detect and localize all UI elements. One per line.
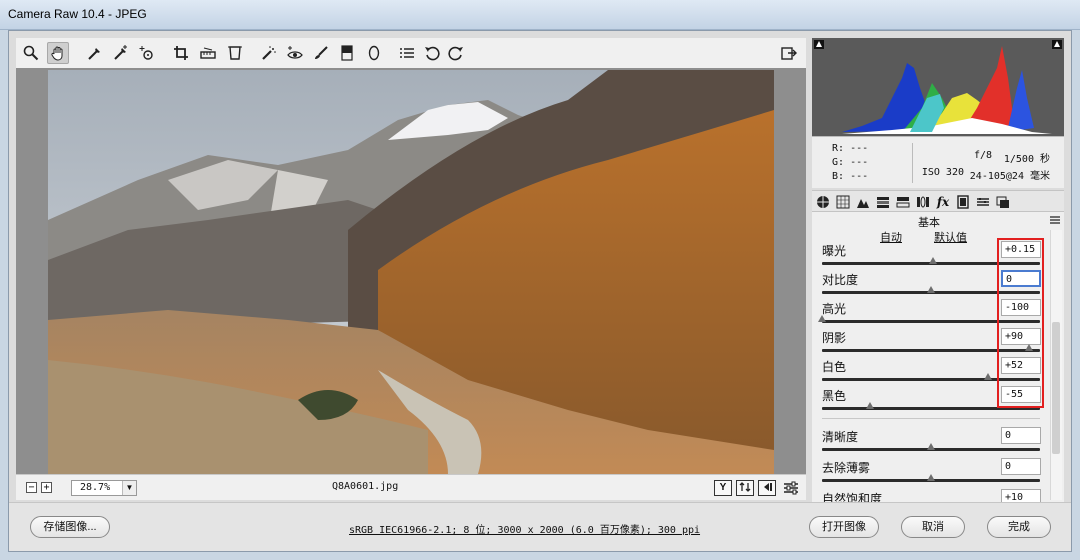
red-eye-tool-icon[interactable] xyxy=(284,42,306,64)
panel-title: 基本 xyxy=(918,217,940,229)
fullscreen-toggle-icon[interactable] xyxy=(778,42,800,64)
slider-thumb[interactable] xyxy=(927,474,935,481)
tab-effects-icon[interactable]: fx xyxy=(935,194,951,210)
rotate-cw-icon[interactable] xyxy=(445,42,467,64)
dialog-footer: 存储图像... sRGB IEC61966-2.1; 8 位; 3000 x 2… xyxy=(9,502,1071,551)
rotate-ccw-icon[interactable] xyxy=(421,42,443,64)
tab-tone-curve-icon[interactable] xyxy=(835,194,851,210)
slider-track[interactable] xyxy=(822,320,1040,323)
targeted-adjustment-tool-icon[interactable] xyxy=(136,42,158,64)
tab-detail-icon[interactable] xyxy=(855,194,871,210)
auto-link[interactable]: 自动 xyxy=(880,229,902,245)
default-link[interactable]: 默认值 xyxy=(934,229,967,245)
slider-value-input[interactable]: 0 xyxy=(1001,270,1041,287)
basic-panel: 基本 自动 默认值 曝光 +0.15 对比度 0 高光 -100 阴影 +90 白色 +52 黑色 -… xyxy=(812,212,1064,502)
section-divider xyxy=(822,418,1040,419)
spot-removal-tool-icon[interactable] xyxy=(258,42,280,64)
zoom-tool-icon[interactable] xyxy=(20,42,42,64)
preferences-icon[interactable] xyxy=(396,42,418,64)
slider-value-input[interactable]: -55 xyxy=(1001,386,1041,403)
swap-settings-icon[interactable] xyxy=(736,480,754,496)
view-settings-icon[interactable] xyxy=(780,477,802,499)
slider-value-input[interactable]: +10 xyxy=(1001,489,1041,502)
done-button[interactable]: 完成 xyxy=(987,516,1051,538)
zoom-level-value: 28.7% xyxy=(80,482,111,493)
g-label: G: xyxy=(832,157,845,168)
tab-snapshots-icon[interactable] xyxy=(995,194,1011,210)
panel-scrollbar-thumb[interactable] xyxy=(1052,322,1060,454)
r-value: --- xyxy=(850,143,869,154)
slider-label: 自然饱和度 xyxy=(822,492,883,502)
toolbar xyxy=(16,38,806,68)
slider-label: 清晰度 xyxy=(822,430,859,444)
window-title: Camera Raw 10.4 - JPEG xyxy=(8,7,147,21)
slider-value-input[interactable]: +90 xyxy=(1001,328,1041,345)
tab-hsl-icon[interactable] xyxy=(875,194,891,210)
tab-lens-corrections-icon[interactable] xyxy=(915,194,931,210)
filename-label: Q8A0601.jpg xyxy=(332,481,399,492)
info-divider xyxy=(912,143,913,183)
workflow-options-link[interactable]: sRGB IEC61966-2.1; 8 位; 3000 x 2000 (6.0… xyxy=(349,521,700,536)
zoom-level-select[interactable]: 28.7% ▼ xyxy=(71,480,137,496)
slider-thumb[interactable] xyxy=(865,402,874,409)
camera-info: R: --- G: --- B: --- f/8 1/500 秒 ISO 320… xyxy=(812,136,1064,188)
shutter-value: 1/500 秒 xyxy=(1003,154,1050,165)
crop-tool-icon[interactable] xyxy=(170,42,192,64)
radial-filter-tool-icon[interactable] xyxy=(363,42,385,64)
slider-track[interactable] xyxy=(822,349,1040,352)
photo-preview[interactable] xyxy=(48,70,774,474)
slider-value-input[interactable]: +0.15 xyxy=(1001,241,1041,258)
save-image-button[interactable]: 存储图像... xyxy=(30,516,110,538)
r-label: R: xyxy=(832,143,845,154)
lens-value: 24-105@24 毫米 xyxy=(969,171,1050,182)
slider-thumb[interactable] xyxy=(818,315,826,322)
g-value: --- xyxy=(850,157,869,168)
slider-label: 白色 xyxy=(822,360,847,374)
slider-value-input[interactable]: -100 xyxy=(1001,299,1041,316)
white-balance-tool-icon[interactable] xyxy=(84,42,106,64)
histogram xyxy=(812,38,1064,136)
tab-presets-icon[interactable] xyxy=(975,194,991,210)
slider-thumb[interactable] xyxy=(983,373,992,380)
panel-tabs: fx xyxy=(812,190,1064,212)
panel-menu-icon[interactable] xyxy=(1050,215,1060,225)
iso-value: ISO 320 xyxy=(921,167,964,178)
chevron-down-icon: ▼ xyxy=(122,481,136,495)
copy-settings-icon[interactable] xyxy=(758,480,776,496)
slider-value-input[interactable]: 0 xyxy=(1001,427,1041,444)
window-titlebar: Camera Raw 10.4 - JPEG xyxy=(0,0,1080,30)
slider-thumb[interactable] xyxy=(1025,344,1034,351)
slider-value-input[interactable]: +52 xyxy=(1001,357,1041,374)
slider-track[interactable] xyxy=(822,378,1040,381)
slider-thumb[interactable] xyxy=(929,257,938,264)
open-image-button[interactable]: 打开图像 xyxy=(809,516,879,538)
slider-thumb[interactable] xyxy=(927,443,935,450)
slider-value-input[interactable]: 0 xyxy=(1001,458,1041,475)
slider-label: 去除薄雾 xyxy=(822,461,871,475)
slider-label: 曝光 xyxy=(822,244,847,258)
tab-basic-icon[interactable] xyxy=(815,194,831,210)
aperture-value: f/8 xyxy=(973,150,992,161)
straighten-tool-icon[interactable] xyxy=(197,42,219,64)
slider-thumb[interactable] xyxy=(927,286,935,293)
b-value: --- xyxy=(850,171,869,182)
image-status-bar: − + 28.7% ▼ Q8A0601.jpg Y xyxy=(16,474,806,500)
b-label: B: xyxy=(832,171,845,182)
transform-tool-icon[interactable] xyxy=(224,42,246,64)
color-sampler-tool-icon[interactable] xyxy=(110,42,132,64)
slider-label: 阴影 xyxy=(822,331,847,345)
hand-tool-icon[interactable] xyxy=(47,42,69,64)
graduated-filter-tool-icon[interactable] xyxy=(336,42,358,64)
zoom-in-button[interactable]: + xyxy=(41,482,52,493)
tab-split-toning-icon[interactable] xyxy=(895,194,911,210)
zoom-out-button[interactable]: − xyxy=(26,482,37,493)
slider-track[interactable] xyxy=(822,407,1040,410)
slider-label: 对比度 xyxy=(822,273,859,287)
tab-camera-calibration-icon[interactable] xyxy=(955,194,971,210)
cancel-button[interactable]: 取消 xyxy=(901,516,965,538)
slider-label: 黑色 xyxy=(822,389,847,403)
before-after-toggle-button[interactable]: Y xyxy=(714,480,732,496)
adjustment-brush-tool-icon[interactable] xyxy=(310,42,332,64)
